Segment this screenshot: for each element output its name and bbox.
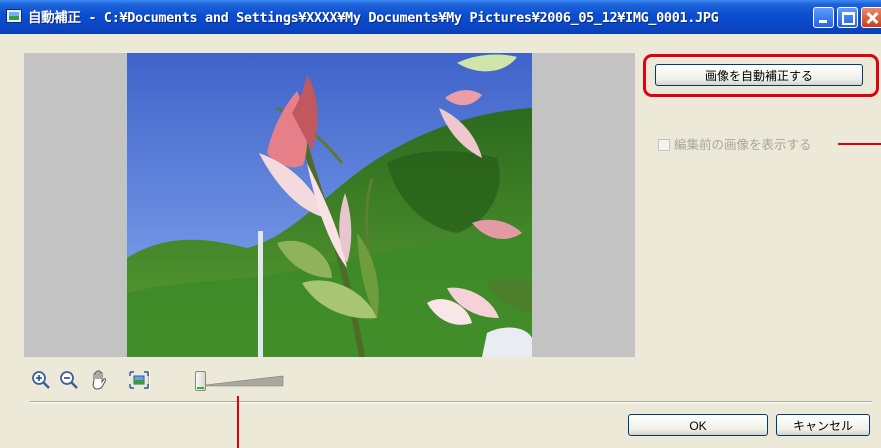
zoom-slider-thumb[interactable] — [195, 371, 206, 391]
callout-line-zoom — [237, 396, 239, 448]
fit-to-window-icon[interactable] — [128, 368, 150, 392]
ok-button[interactable]: OK — [628, 414, 768, 436]
auto-correct-dialog: 自動補正 - C:¥Documents and Settings¥XXXX¥My… — [0, 0, 881, 448]
flower-photo[interactable] — [127, 53, 532, 357]
callout-line-checkbox — [838, 143, 881, 145]
show-original-label: 編集前の画像を表示する — [674, 137, 812, 152]
zoom-out-icon[interactable] — [58, 368, 80, 392]
app-image-icon — [6, 9, 22, 23]
show-original-checkbox[interactable] — [658, 139, 670, 151]
flower-photo-image — [127, 53, 532, 357]
zoom-slider-track[interactable] — [205, 371, 285, 387]
minimize-button[interactable] — [813, 7, 834, 28]
title-bar[interactable]: 自動補正 - C:¥Documents and Settings¥XXXX¥My… — [0, 0, 881, 34]
highlight-frame — [643, 54, 879, 97]
footer-divider — [30, 401, 872, 403]
maximize-button[interactable] — [837, 7, 858, 28]
close-button[interactable] — [861, 7, 881, 28]
window-title: 自動補正 - C:¥Documents and Settings¥XXXX¥My… — [28, 10, 719, 26]
cancel-button[interactable]: キャンセル — [776, 414, 870, 436]
zoom-in-icon[interactable] — [30, 368, 52, 392]
hand-icon[interactable] — [88, 368, 110, 392]
